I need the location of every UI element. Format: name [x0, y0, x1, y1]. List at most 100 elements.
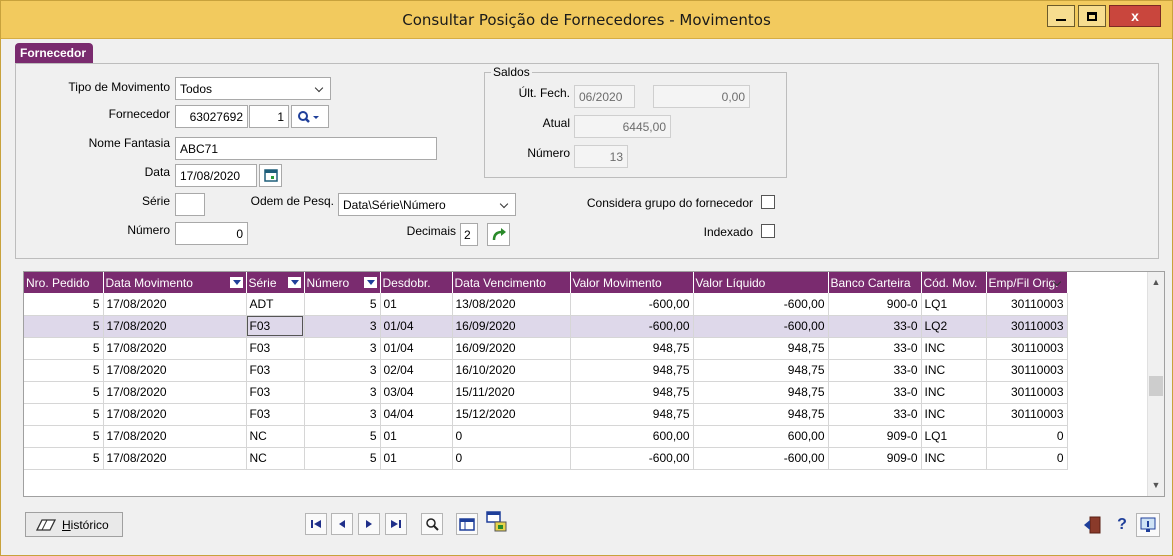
cell-banco-carteira[interactable]: 909-0: [828, 447, 922, 470]
prev-record-button[interactable]: [331, 513, 353, 535]
table-row[interactable]: 5 17/08/2020 F03 3 01/04 16/09/2020 948,75 948,…: [24, 337, 1068, 360]
cell-serie[interactable]: ADT: [246, 293, 305, 316]
table-row[interactable]: 5 17/08/2020 ADT 5 01 13/08/2020 -600,00 -600,0…: [24, 293, 1068, 316]
cell-data-vencimento[interactable]: 13/08/2020: [452, 293, 571, 316]
cell-emp-fil-orig[interactable]: 0: [986, 425, 1068, 448]
cell-desdobr[interactable]: 02/04: [380, 359, 453, 382]
cell-emp-fil-orig[interactable]: 30110003: [986, 381, 1068, 404]
cell-data-movimento[interactable]: 17/08/2020: [103, 447, 247, 470]
cell-banco-carteira[interactable]: 900-0: [828, 293, 922, 316]
cell-banco-carteira[interactable]: 33-0: [828, 359, 922, 382]
cell-valor-movimento[interactable]: 948,75: [570, 403, 694, 426]
tipo-movimento-select[interactable]: Todos: [175, 77, 331, 100]
cell-cod-mov[interactable]: LQ1: [921, 425, 987, 448]
cell-serie[interactable]: F03: [246, 403, 305, 426]
cell-cod-mov[interactable]: INC: [921, 403, 987, 426]
cell-banco-carteira[interactable]: 33-0: [828, 315, 922, 338]
cell-emp-fil-orig[interactable]: 30110003: [986, 315, 1068, 338]
movimentos-grid[interactable]: Nro. Pedido Data Movimento Série Número …: [23, 271, 1165, 497]
cell-nro-pedido[interactable]: 5: [24, 447, 104, 470]
cell-nro-pedido[interactable]: 5: [24, 425, 104, 448]
cell-numero[interactable]: 5: [304, 425, 381, 448]
col-cod-mov[interactable]: Cód. Mov.: [921, 272, 987, 293]
cell-desdobr[interactable]: 01/04: [380, 315, 453, 338]
cell-numero[interactable]: 3: [304, 381, 381, 404]
cell-cod-mov[interactable]: INC: [921, 359, 987, 382]
cell-data-movimento[interactable]: 17/08/2020: [103, 403, 247, 426]
cell-desdobr[interactable]: 01: [380, 425, 453, 448]
cell-valor-liquido[interactable]: -600,00: [693, 315, 829, 338]
cell-valor-liquido[interactable]: 948,75: [693, 403, 829, 426]
tab-fornecedor[interactable]: Fornecedor: [15, 43, 94, 64]
cell-valor-movimento[interactable]: -600,00: [570, 447, 694, 470]
table-row[interactable]: 5 17/08/2020 F03 3 03/04 15/11/2020 948,75 948,…: [24, 381, 1068, 404]
cell-data-movimento[interactable]: 17/08/2020: [103, 293, 247, 316]
table-row[interactable]: 5 17/08/2020 F03 3 02/04 16/10/2020 948,75 948,…: [24, 359, 1068, 382]
cell-cod-mov[interactable]: INC: [921, 337, 987, 360]
cell-serie[interactable]: NC: [246, 425, 305, 448]
serie-input[interactable]: [175, 193, 205, 216]
cell-nro-pedido[interactable]: 5: [24, 293, 104, 316]
cell-desdobr[interactable]: 01/04: [380, 337, 453, 360]
exit-button[interactable]: [1081, 513, 1105, 537]
sort-desc-icon[interactable]: [228, 276, 244, 289]
cell-banco-carteira[interactable]: 33-0: [828, 337, 922, 360]
cell-nro-pedido[interactable]: 5: [24, 403, 104, 426]
col-desdobr[interactable]: Desdobr.: [380, 272, 453, 293]
cell-nro-pedido[interactable]: 5: [24, 381, 104, 404]
grid-vertical-scrollbar[interactable]: ▲ ▼: [1147, 272, 1164, 496]
cell-emp-fil-orig[interactable]: 30110003: [986, 359, 1068, 382]
cell-data-vencimento[interactable]: 16/09/2020: [452, 337, 571, 360]
scroll-up-icon[interactable]: ▲: [1148, 274, 1164, 291]
cell-cod-mov[interactable]: LQ2: [921, 315, 987, 338]
decimais-input[interactable]: 2: [460, 223, 478, 246]
calendar-button[interactable]: [259, 164, 282, 187]
scroll-down-icon[interactable]: ▼: [1148, 477, 1164, 494]
cell-valor-movimento[interactable]: 948,75: [570, 381, 694, 404]
cell-nro-pedido[interactable]: 5: [24, 359, 104, 382]
cell-numero[interactable]: 3: [304, 403, 381, 426]
cell-valor-movimento[interactable]: -600,00: [570, 315, 694, 338]
col-numero[interactable]: Número: [304, 272, 381, 293]
cell-banco-carteira[interactable]: 33-0: [828, 403, 922, 426]
considera-grupo-checkbox[interactable]: [761, 195, 775, 209]
cell-numero[interactable]: 5: [304, 447, 381, 470]
cell-banco-carteira[interactable]: 909-0: [828, 425, 922, 448]
cell-data-vencimento[interactable]: 15/12/2020: [452, 403, 571, 426]
cell-data-movimento[interactable]: 17/08/2020: [103, 337, 247, 360]
cell-valor-liquido[interactable]: -600,00: [693, 447, 829, 470]
cell-nro-pedido[interactable]: 5: [24, 337, 104, 360]
cell-emp-fil-orig[interactable]: 0: [986, 447, 1068, 470]
fornecedor-seq-input[interactable]: 1: [249, 105, 289, 128]
nome-fantasia-input[interactable]: ABC71: [175, 137, 437, 160]
col-valor-liquido[interactable]: Valor Líquido: [693, 272, 829, 293]
first-record-button[interactable]: [305, 513, 327, 535]
cell-valor-movimento[interactable]: -600,00: [570, 293, 694, 316]
cell-valor-liquido[interactable]: 600,00: [693, 425, 829, 448]
table-row[interactable]: 5 17/08/2020 F03 3 01/04 16/09/2020 -600,00 -60…: [24, 315, 1068, 338]
col-data-movimento[interactable]: Data Movimento: [103, 272, 247, 293]
minimize-button[interactable]: [1047, 5, 1075, 27]
cell-valor-movimento[interactable]: 600,00: [570, 425, 694, 448]
last-record-button[interactable]: [385, 513, 407, 535]
ordem-pesquisa-select[interactable]: Data\Série\Número: [338, 193, 516, 216]
cell-desdobr[interactable]: 03/04: [380, 381, 453, 404]
cell-desdobr[interactable]: 01: [380, 447, 453, 470]
cell-valor-movimento[interactable]: 948,75: [570, 337, 694, 360]
cell-data-vencimento[interactable]: 16/10/2020: [452, 359, 571, 382]
cell-cod-mov[interactable]: INC: [921, 447, 987, 470]
cell-banco-carteira[interactable]: 33-0: [828, 381, 922, 404]
cell-valor-liquido[interactable]: 948,75: [693, 337, 829, 360]
table-row[interactable]: 5 17/08/2020 F03 3 04/04 15/12/2020 948,75 948,…: [24, 403, 1068, 426]
cell-serie[interactable]: F03: [246, 359, 305, 382]
cell-desdobr[interactable]: 01: [380, 293, 453, 316]
export-button[interactable]: [484, 509, 510, 535]
cell-data-movimento[interactable]: 17/08/2020: [103, 381, 247, 404]
historico-button[interactable]: Histórico: [25, 512, 123, 537]
cell-emp-fil-orig[interactable]: 30110003: [986, 403, 1068, 426]
fornecedor-code-input[interactable]: 63027692: [175, 105, 248, 128]
indexado-checkbox[interactable]: [761, 224, 775, 238]
cell-cod-mov[interactable]: LQ1: [921, 293, 987, 316]
columns-button[interactable]: [456, 513, 478, 535]
title-bar[interactable]: Consultar Posição de Fornecedores - Movi…: [1, 1, 1172, 39]
